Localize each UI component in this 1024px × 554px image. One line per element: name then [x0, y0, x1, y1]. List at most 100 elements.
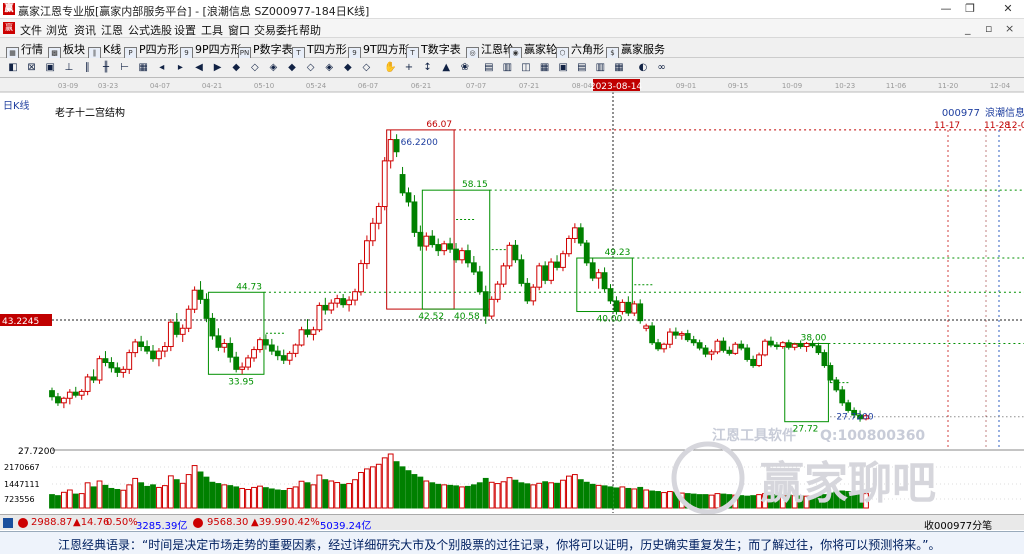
toolbar-button-2[interactable]: ∥ K线	[88, 41, 121, 60]
menu-gann[interactable]: 江恩	[101, 22, 123, 38]
toolbar-label: 9T四方形	[363, 43, 410, 56]
candle-body	[738, 343, 745, 349]
candle-body	[637, 303, 644, 322]
infinity-icon[interactable]: ∞	[655, 61, 669, 75]
menu-browse[interactable]: 浏览	[46, 22, 68, 38]
table-icon[interactable]: ▤	[482, 61, 496, 75]
menu-trade[interactable]: 交易委托	[254, 22, 298, 38]
volume-bar	[185, 474, 192, 509]
mdi-close-button[interactable]: ×	[1005, 22, 1014, 35]
candle-body	[251, 349, 257, 359]
up-icon[interactable]: ▲	[439, 61, 453, 75]
volume-bar	[405, 470, 412, 509]
toolbar-button-7[interactable]: 9 9T四方形	[348, 41, 410, 60]
tick-detail-label[interactable]: 收000977分笔	[924, 517, 992, 532]
bars-icon[interactable]: ∥	[80, 61, 94, 75]
menu-formula[interactable]: 公式选股	[128, 22, 172, 38]
toolbar-button-12[interactable]: $ 赢家服务	[606, 41, 665, 60]
diamond-outline-icon[interactable]: ◇	[304, 61, 318, 75]
stem-icon[interactable]: ⊥	[62, 61, 76, 75]
candle-body	[500, 265, 507, 285]
diamond-dot-icon[interactable]: ◈	[322, 61, 336, 75]
grid-icon[interactable]: ▦	[612, 61, 626, 75]
candle-body	[518, 259, 525, 284]
watermark-text: 江恩工具软件	[712, 427, 796, 444]
maximize-button[interactable]: ❐	[960, 2, 980, 16]
mdi-minimize-button[interactable]: _	[965, 22, 971, 35]
candle-body	[708, 351, 715, 355]
volume-bar	[55, 495, 61, 509]
forward-icon[interactable]: ▶	[211, 61, 225, 75]
minimize-button[interactable]: —	[936, 2, 956, 16]
mdi-restore-button[interactable]: ▫	[985, 22, 992, 35]
volume-bar	[60, 491, 67, 509]
grid-icon[interactable]: ▦	[136, 61, 150, 75]
toolbar-button-9[interactable]: ◎ 江恩轮	[466, 41, 514, 60]
candle-body	[215, 335, 222, 348]
diamond-icon[interactable]: ◆	[229, 61, 243, 75]
menu-window[interactable]: 窗口	[228, 22, 250, 38]
volume-bar	[667, 491, 673, 509]
volume-bar	[714, 493, 721, 509]
left-icon[interactable]: ◂	[155, 61, 169, 75]
candle-body	[138, 341, 145, 348]
tick-icon[interactable]: ⊢	[118, 61, 132, 75]
diamond-outline-icon[interactable]: ◇	[359, 61, 373, 75]
kline-chart[interactable]: 03-09 03-23 04-07 04-21 05-10 05-24 06-07 06-21…	[0, 78, 1024, 514]
menu-info[interactable]: 资讯	[74, 22, 96, 38]
candle-body	[530, 286, 537, 302]
date-tick-label: 03-23	[98, 82, 118, 90]
toolbar-button-3[interactable]: P P四方形	[124, 41, 179, 60]
grid-icon[interactable]: ▦	[538, 61, 552, 75]
right-icon[interactable]: ▸	[173, 61, 187, 75]
candle-body	[470, 262, 477, 273]
toolbar-button-6[interactable]: T T四方形	[292, 41, 347, 60]
flower-icon[interactable]: ❀	[458, 61, 472, 75]
table-icon[interactable]: ▥	[500, 61, 514, 75]
candle-body	[459, 250, 465, 261]
table-icon[interactable]: ▥	[593, 61, 607, 75]
diamond-outline-icon[interactable]: ◇	[248, 61, 262, 75]
panel-icon[interactable]: ◫	[519, 61, 533, 75]
volume-bar	[411, 474, 418, 509]
crosshair-icon[interactable]: +	[402, 61, 416, 75]
diamond-icon[interactable]: ◆	[285, 61, 299, 75]
cross-bars-icon[interactable]: ╫	[99, 61, 113, 75]
volume-bar	[631, 488, 638, 509]
toolbar-button-1[interactable]: ▩ 板块	[48, 41, 85, 60]
box-icon[interactable]: ▣	[43, 61, 57, 75]
menu-tools[interactable]: 工具	[201, 22, 223, 38]
toolbar-button-0[interactable]: ▦ 行情	[6, 41, 43, 60]
menu-settings[interactable]: 设置	[174, 22, 196, 38]
layout-icon[interactable]: ◧	[6, 61, 20, 75]
volume-bar	[708, 494, 715, 509]
volume-bar	[322, 479, 329, 509]
volume-bar	[524, 483, 531, 509]
menu-file[interactable]: 文件	[20, 22, 42, 38]
toolbar-button-10[interactable]: ◉ 赢家轮	[509, 41, 557, 60]
toolbar-button-4[interactable]: 9 9P四方形	[180, 41, 242, 60]
pie-icon[interactable]: ◐	[636, 61, 650, 75]
menu-help[interactable]: 帮助	[299, 22, 321, 38]
volume-bar	[227, 485, 234, 509]
box-icon[interactable]: ▣	[556, 61, 570, 75]
quote-bar: 江恩经典语录：“时间是决定市场走势的重要因素，经过详细研究大市及个别股票的过往记…	[0, 531, 1024, 554]
back-icon[interactable]: ◀	[192, 61, 206, 75]
candle-body	[667, 331, 673, 345]
volume-bar	[90, 486, 97, 509]
vertical-icon[interactable]: ↕	[421, 61, 435, 75]
diamond-dot-icon[interactable]: ◈	[266, 61, 280, 75]
hand-icon[interactable]: ✋	[383, 61, 397, 75]
gann-quote: 江恩经典语录：“时间是决定市场走势的重要因素，经过详细研究大市及个别股票的过往记…	[58, 538, 941, 552]
toolbar-button-11[interactable]: ⬡ 六角形	[556, 41, 604, 60]
table-icon[interactable]: ▤	[575, 61, 589, 75]
zoom-icon[interactable]: ⊠	[25, 61, 39, 75]
candle-body	[465, 250, 471, 264]
diamond-icon[interactable]: ◆	[341, 61, 355, 75]
toolbar-button-5[interactable]: PN P数字表	[238, 41, 293, 60]
volume-bar	[257, 485, 263, 509]
close-button[interactable]: ✕	[998, 2, 1018, 16]
toolbar-button-8[interactable]: T T数字表	[406, 41, 461, 60]
candle-body	[785, 342, 792, 348]
candle-body	[476, 271, 483, 293]
